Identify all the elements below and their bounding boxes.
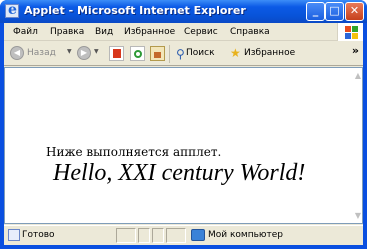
menu-favorites[interactable]: Избранное	[124, 27, 175, 37]
applet-caption: Ниже выполняется апплет.	[46, 145, 222, 159]
windows-logo-icon	[337, 23, 363, 41]
status-pane	[138, 228, 150, 243]
scroll-up-icon[interactable]: ▲	[355, 71, 361, 80]
refresh-icon[interactable]	[130, 46, 145, 61]
menu-edit[interactable]: Правка	[50, 27, 84, 37]
window-title: Applet - Microsoft Internet Explorer	[24, 4, 246, 17]
page-status-icon	[8, 229, 20, 241]
status-text: Готово	[22, 230, 55, 240]
back-dropdown-icon[interactable]: ▼	[67, 48, 72, 55]
back-arrow-icon[interactable]: ◀	[10, 46, 24, 60]
favorites-star-icon[interactable]: ★	[230, 46, 241, 60]
menu-view[interactable]: Вид	[95, 27, 113, 37]
minimize-button[interactable]: _	[306, 2, 325, 21]
internet-explorer-icon[interactable]	[5, 2, 19, 18]
security-zone-text: Мой компьютер	[208, 230, 283, 240]
toolbar: ◀ Назад ▼ ▶ ▼ ⚲ Поиск ★ Избранное »	[4, 42, 363, 66]
search-button[interactable]: Поиск	[186, 48, 215, 64]
menu-bar: Файл Правка Вид Избранное Сервис Справка	[4, 23, 363, 41]
status-pane	[166, 228, 186, 243]
window-frame: Файл Правка Вид Избранное Сервис Справка…	[4, 23, 363, 245]
toolbar-separator	[169, 45, 170, 63]
home-icon[interactable]	[150, 46, 165, 61]
menu-file[interactable]: Файл	[13, 27, 38, 37]
browser-window: Applet - Microsoft Internet Explorer _ □…	[0, 0, 367, 249]
applet-output-text: Hello, XXI century World!	[53, 160, 306, 186]
page-content: ▲ Ниже выполняется апплет. Hello, XXI ce…	[4, 67, 363, 224]
forward-arrow-icon[interactable]: ▶	[77, 46, 91, 60]
my-computer-icon	[191, 229, 205, 241]
search-icon[interactable]: ⚲	[176, 47, 185, 61]
menu-help[interactable]: Справка	[230, 27, 270, 37]
toolbar-more-icon[interactable]: »	[352, 44, 359, 57]
favorites-button[interactable]: Избранное	[244, 48, 295, 64]
menu-tools[interactable]: Сервис	[184, 27, 218, 37]
status-pane	[152, 228, 164, 243]
status-bar: Готово Мой компьютер	[4, 225, 363, 245]
maximize-button[interactable]: □	[325, 2, 344, 21]
scroll-down-icon[interactable]: ▼	[355, 211, 361, 220]
forward-dropdown-icon[interactable]: ▼	[94, 48, 99, 55]
close-button[interactable]: ✕	[345, 2, 364, 21]
stop-icon[interactable]	[109, 46, 124, 61]
status-pane	[116, 228, 136, 243]
title-bar[interactable]: Applet - Microsoft Internet Explorer _ □…	[0, 0, 367, 23]
back-button[interactable]: Назад	[27, 48, 56, 64]
